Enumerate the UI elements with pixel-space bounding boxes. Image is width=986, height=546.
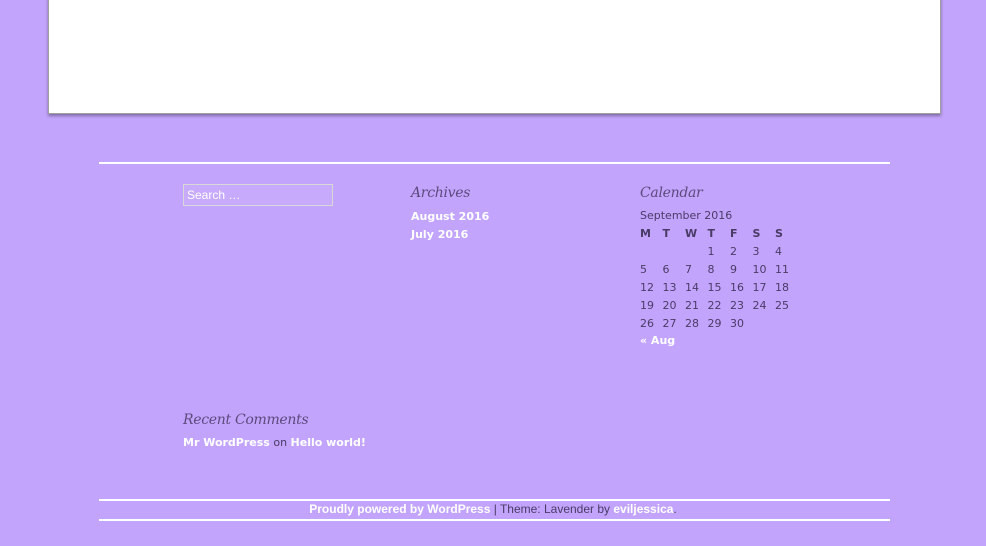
calendar-day: 16: [730, 280, 744, 294]
calendar-day: 20: [662, 298, 677, 312]
calendar-week-row: 26 27 28 29 30: [640, 314, 798, 332]
calendar-day: 23: [730, 298, 744, 312]
archives-list: August 2016 July 2016: [411, 208, 489, 244]
calendar-table: M T W T F S S 1 2 3 4 5 6 7 8 9 10 11 12…: [640, 224, 798, 332]
archive-link-august-2016[interactable]: August 2016: [411, 208, 489, 226]
comment-on-text: on: [273, 436, 288, 449]
calendar-weekday-row: M T W T F S S: [640, 224, 798, 242]
calendar-day: 1: [707, 244, 715, 258]
site-footer: Proudly powered by WordPress | Theme: La…: [0, 502, 986, 516]
calendar-day: 19: [640, 298, 654, 312]
recent-comments-widget-title: Recent Comments: [183, 412, 309, 428]
calendar-day: 24: [752, 298, 767, 312]
calendar-day: 29: [707, 316, 722, 330]
comment-author-link[interactable]: Mr WordPress: [183, 436, 270, 449]
weekday-header: S: [775, 226, 783, 240]
footer-top-divider: [99, 499, 890, 501]
calendar-day: 4: [775, 244, 782, 258]
calendar-day: 17: [752, 280, 767, 294]
widgets-top-divider: [99, 162, 890, 164]
search-input[interactable]: [183, 184, 333, 206]
calendar-day: 28: [685, 316, 699, 330]
calendar-day: 9: [730, 262, 737, 276]
calendar-day: 10: [752, 262, 767, 276]
calendar-day: 18: [775, 280, 789, 294]
weekday-header: F: [730, 226, 738, 240]
calendar-prev-month-link[interactable]: « Aug: [640, 334, 798, 347]
footer-end-period: .: [673, 502, 677, 516]
calendar-day: [753, 314, 776, 332]
calendar-day: 14: [685, 280, 699, 294]
archives-widget-title: Archives: [411, 185, 471, 201]
calendar-day: 7: [685, 262, 692, 276]
calendar-widget: September 2016 M T W T F S S 1 2 3 4 5 6…: [640, 208, 798, 347]
calendar-week-row: 19 20 21 22 23 24 25: [640, 296, 798, 314]
calendar-day: 5: [640, 262, 647, 276]
calendar-week-row: 5 6 7 8 9 10 11: [640, 260, 798, 278]
calendar-day: 26: [640, 316, 654, 330]
recent-comment-item: Mr WordPress on Hello world!: [183, 436, 366, 449]
calendar-day: 6: [662, 262, 670, 276]
content-area: [48, 0, 941, 114]
calendar-day: [663, 242, 686, 260]
comment-post-link[interactable]: Hello world!: [291, 436, 366, 449]
calendar-day: 15: [707, 280, 722, 294]
weekday-header: T: [662, 226, 671, 240]
calendar-day: 11: [775, 262, 789, 276]
powered-by-wordpress-link[interactable]: Proudly powered by WordPress: [309, 502, 490, 516]
calendar-day: [685, 242, 708, 260]
calendar-day: 8: [707, 262, 715, 276]
calendar-day: [775, 314, 798, 332]
weekday-header: W: [685, 226, 698, 240]
calendar-week-row: 12 13 14 15 16 17 18: [640, 278, 798, 296]
weekday-header: S: [752, 226, 761, 240]
calendar-day: [640, 242, 663, 260]
calendar-week-row: 1 2 3 4: [640, 242, 798, 260]
calendar-day: 3: [752, 244, 760, 258]
calendar-caption: September 2016: [640, 209, 733, 222]
calendar-widget-title: Calendar: [640, 185, 703, 201]
calendar-day: 2: [730, 244, 737, 258]
weekday-header: M: [640, 226, 651, 240]
calendar-day: 30: [730, 316, 744, 330]
footer-theme-text: | Theme: Lavender by: [490, 502, 614, 516]
calendar-day: 21: [685, 298, 699, 312]
calendar-day: 22: [707, 298, 722, 312]
weekday-header: T: [707, 226, 716, 240]
calendar-day: 27: [662, 316, 677, 330]
calendar-day: 12: [640, 280, 654, 294]
calendar-day: 25: [775, 298, 789, 312]
calendar-day: 13: [662, 280, 677, 294]
footer-bottom-divider: [99, 519, 890, 521]
theme-author-link[interactable]: eviljessica: [613, 502, 673, 516]
archive-link-july-2016[interactable]: July 2016: [411, 226, 489, 244]
